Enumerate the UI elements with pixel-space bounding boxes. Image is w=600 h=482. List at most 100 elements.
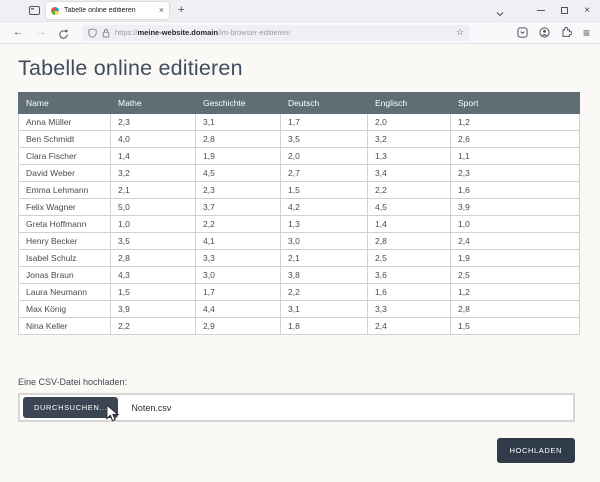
grade-cell[interactable]: 1,6	[367, 283, 451, 301]
grade-cell[interactable]: 3,4	[367, 164, 451, 182]
grade-cell[interactable]: 2,5	[367, 249, 451, 267]
grade-cell[interactable]: 1,4	[367, 215, 451, 233]
grade-cell[interactable]: 1,5	[450, 317, 580, 335]
grade-cell[interactable]: 1,8	[280, 317, 368, 335]
window-minimize-icon[interactable]	[537, 10, 546, 11]
grade-cell[interactable]: 3,7	[195, 198, 281, 216]
grade-cell[interactable]: 2,4	[450, 232, 580, 250]
grade-cell[interactable]: 3,3	[195, 249, 281, 267]
student-name-cell[interactable]: Clara Fischer	[18, 147, 111, 165]
grade-cell[interactable]: 5,0	[110, 198, 196, 216]
student-name-cell[interactable]: Nina Keller	[18, 317, 111, 335]
grade-cell[interactable]: 2,2	[367, 181, 451, 199]
grade-cell[interactable]: 3,8	[280, 266, 368, 284]
grade-cell[interactable]: 2,9	[195, 317, 281, 335]
grade-cell[interactable]: 2,8	[110, 249, 196, 267]
grade-cell[interactable]: 1,3	[367, 147, 451, 165]
grade-cell[interactable]: 4,5	[367, 198, 451, 216]
grade-cell[interactable]: 1,7	[280, 113, 368, 131]
grade-cell[interactable]: 3,1	[195, 113, 281, 131]
grade-cell[interactable]: 3,0	[195, 266, 281, 284]
grade-cell[interactable]: 3,5	[110, 232, 196, 250]
bookmark-star-icon[interactable]: ☆	[456, 28, 464, 37]
tracking-shield-icon[interactable]	[88, 27, 97, 38]
grade-cell[interactable]: 3,0	[280, 232, 368, 250]
grade-cell[interactable]: 2,8	[450, 300, 580, 318]
account-icon[interactable]	[539, 27, 550, 38]
student-name-cell[interactable]: Greta Hoffmann	[18, 215, 111, 233]
grade-cell[interactable]: 4,1	[195, 232, 281, 250]
window-close-icon[interactable]: ×	[584, 5, 590, 16]
grade-cell[interactable]: 2,0	[367, 113, 451, 131]
student-name-cell[interactable]: Ben Schmidt	[18, 130, 111, 148]
grade-cell[interactable]: 2,3	[450, 164, 580, 182]
file-input[interactable]: DURCHSUCHEN... Noten.csv	[18, 393, 575, 422]
grade-cell[interactable]: 2,8	[367, 232, 451, 250]
grade-cell[interactable]: 2,8	[195, 130, 281, 148]
grade-cell[interactable]: 3,3	[367, 300, 451, 318]
grade-cell[interactable]: 1,4	[110, 147, 196, 165]
extensions-icon[interactable]	[561, 27, 572, 38]
browse-button[interactable]: DURCHSUCHEN...	[23, 397, 119, 418]
grade-cell[interactable]: 4,0	[110, 130, 196, 148]
grade-cell[interactable]: 4,4	[195, 300, 281, 318]
student-name-cell[interactable]: Jonas Braun	[18, 266, 111, 284]
student-name-cell[interactable]: David Weber	[18, 164, 111, 182]
grade-cell[interactable]: 1,9	[195, 147, 281, 165]
grade-cell[interactable]: 1,7	[195, 283, 281, 301]
grade-cell[interactable]: 1,2	[450, 113, 580, 131]
student-name-cell[interactable]: Emma Lehmann	[18, 181, 111, 199]
grade-cell[interactable]: 2,2	[110, 317, 196, 335]
grade-cell[interactable]: 1,1	[450, 147, 580, 165]
browser-tab[interactable]: Tabelle online editieren ×	[46, 2, 169, 19]
new-tab-button[interactable]: +	[178, 5, 184, 16]
student-name-cell[interactable]: Felix Wagner	[18, 198, 111, 216]
grade-cell[interactable]: 1,5	[110, 283, 196, 301]
grade-cell[interactable]: 1,0	[450, 215, 580, 233]
student-name-cell[interactable]: Henry Becker	[18, 232, 111, 250]
grade-cell[interactable]: 2,2	[195, 215, 281, 233]
firefox-view-icon[interactable]	[27, 4, 41, 18]
grade-cell[interactable]: 2,3	[110, 113, 196, 131]
menu-icon[interactable]: ≡	[583, 27, 590, 39]
grade-cell[interactable]: 1,5	[280, 181, 368, 199]
grade-cell[interactable]: 3,9	[110, 300, 196, 318]
grade-cell[interactable]: 2,2	[280, 283, 368, 301]
grade-cell[interactable]: 1,2	[450, 283, 580, 301]
grade-cell[interactable]: 2,0	[280, 147, 368, 165]
grade-cell[interactable]: 2,5	[450, 266, 580, 284]
grade-cell[interactable]: 1,6	[450, 181, 580, 199]
list-tabs-chevron-icon[interactable]	[495, 6, 505, 16]
grade-cell[interactable]: 1,9	[450, 249, 580, 267]
grade-cell[interactable]: 3,1	[280, 300, 368, 318]
grade-cell[interactable]: 2,3	[195, 181, 281, 199]
grade-cell[interactable]: 2,7	[280, 164, 368, 182]
reload-icon[interactable]	[58, 27, 69, 39]
grade-cell[interactable]: 1,3	[280, 215, 368, 233]
grade-cell[interactable]: 2,1	[110, 181, 196, 199]
student-name-cell[interactable]: Laura Neumann	[18, 283, 111, 301]
grade-cell[interactable]: 4,5	[195, 164, 281, 182]
grade-cell[interactable]: 3,2	[110, 164, 196, 182]
grade-cell[interactable]: 1,0	[110, 215, 196, 233]
pocket-icon[interactable]	[517, 27, 528, 38]
grade-cell[interactable]: 3,2	[367, 130, 451, 148]
grade-cell[interactable]: 2,1	[280, 249, 368, 267]
grade-cell[interactable]: 4,3	[110, 266, 196, 284]
tab-close-icon[interactable]: ×	[159, 6, 164, 15]
back-icon[interactable]: ←	[13, 27, 23, 38]
address-bar[interactable]: https://meine-website.domain/im-browser-…	[82, 24, 470, 41]
grade-cell[interactable]: 3,6	[367, 266, 451, 284]
grade-cell[interactable]: 2,6	[450, 130, 580, 148]
student-name-cell[interactable]: Anna Müller	[18, 113, 111, 131]
grade-cell[interactable]: 4,2	[280, 198, 368, 216]
grade-cell[interactable]: 2,4	[367, 317, 451, 335]
upload-submit-button[interactable]: HOCHLADEN	[496, 438, 575, 463]
student-name-cell[interactable]: Isabel Schulz	[18, 249, 111, 267]
student-name-cell[interactable]: Max König	[18, 300, 111, 318]
grade-cell[interactable]: 3,9	[450, 198, 580, 216]
forward-icon[interactable]: →	[36, 27, 46, 38]
grade-cell[interactable]: 3,5	[280, 130, 368, 148]
lock-icon[interactable]	[102, 28, 110, 38]
window-maximize-icon[interactable]	[561, 7, 569, 14]
